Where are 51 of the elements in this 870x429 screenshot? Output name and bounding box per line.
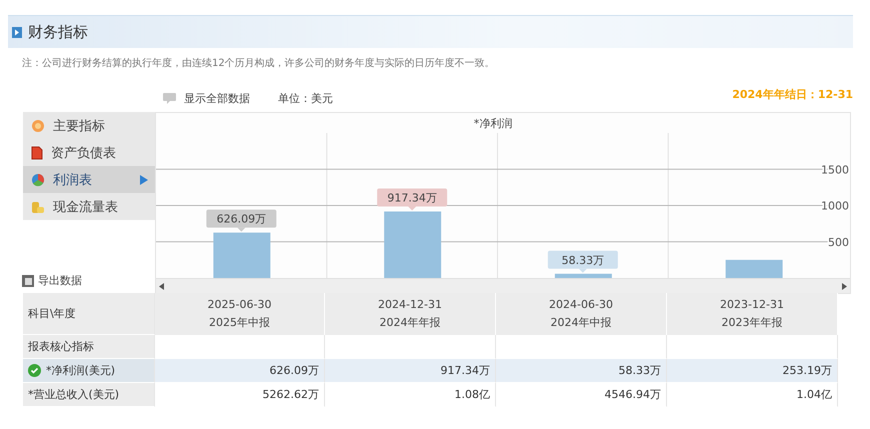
column-date: 2023-12-31: [720, 298, 784, 311]
right-arrow-icon[interactable]: [842, 282, 847, 290]
arrow-icon: [140, 174, 148, 184]
pie-chart-icon: [31, 172, 45, 186]
document-icon: [31, 146, 43, 160]
bar: [384, 212, 442, 278]
left-arrow-icon[interactable]: [159, 282, 164, 290]
bar: [213, 232, 270, 278]
export-icon[interactable]: [21, 274, 35, 288]
y-tick-label: 500: [828, 236, 849, 249]
row-label[interactable]: 报表核心指标: [23, 335, 155, 359]
flower-icon: [31, 118, 45, 132]
unit-label: 单位：美元: [278, 90, 333, 106]
row-label[interactable]: *净利润(美元): [23, 359, 155, 383]
y-tick-label: 1000: [821, 200, 849, 212]
export-link[interactable]: 导出数据: [38, 273, 82, 288]
bar: [726, 260, 783, 278]
scrollbar[interactable]: [156, 278, 850, 293]
table-cell: 58.33万: [496, 359, 667, 383]
column-report: 2024年中报: [550, 315, 612, 330]
check-icon: [28, 364, 41, 377]
sidebar-item[interactable]: 现金流量表: [23, 193, 155, 220]
bar: [554, 274, 612, 278]
sidebar-item[interactable]: 主要指标: [23, 112, 155, 139]
caret-icon: [12, 26, 22, 38]
data-label: 58.33万: [562, 254, 604, 267]
value-label: 58.33万: [548, 250, 618, 273]
row-label[interactable]: *营业总收入(美元): [23, 383, 155, 407]
sidebar-item[interactable]: 资产负债表: [23, 139, 155, 166]
table-cell: 626.09万: [155, 359, 325, 383]
show-all-link[interactable]: 显示全部数据: [184, 90, 250, 106]
sidebar-item[interactable]: 利润表: [23, 166, 155, 193]
section-title: 财务指标: [28, 22, 88, 42]
column-date: 2024-12-31: [378, 298, 442, 311]
column-report: 2024年年报: [380, 315, 440, 330]
value-label: 626.09万: [206, 210, 276, 232]
table-corner-cell: 科目\年度: [23, 293, 155, 335]
y-tick-label: 1500: [821, 163, 849, 176]
column-report: 2023年年报: [722, 315, 782, 330]
column-date: 2025-06-30: [208, 298, 272, 311]
chart-title: *净利润: [472, 116, 514, 132]
table-cell: 253.19万: [667, 359, 838, 383]
table-cell: 917.34万: [325, 359, 496, 383]
data-label: 626.09万: [216, 212, 266, 226]
fiscal-year-end: 2024年年结日：12-31: [732, 86, 853, 102]
data-label: 917.34万: [387, 191, 437, 204]
note-text: 注：公司进行财务结算的执行年度，由连续12个历月构成，许多公司的财务年度与实际的日历年度不一致。: [22, 56, 496, 70]
coins-icon: [31, 200, 45, 214]
column-report: 2025年中报: [209, 315, 270, 330]
column-date: 2024-06-30: [549, 298, 613, 311]
value-label: 917.34万: [377, 188, 448, 210]
